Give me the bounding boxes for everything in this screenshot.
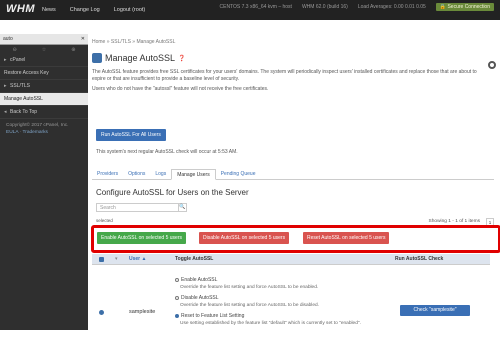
chevron-down-icon[interactable]: ▾ [115,256,118,262]
reset-autossl-button[interactable]: Reset AutoSSL on selected 5 users [303,232,390,244]
sidebar-item-label: Back To Top [10,109,38,115]
sidebar-item-label: cPanel [10,57,26,63]
change-log-link[interactable]: Change Log [70,7,100,13]
sidebar: auto ✕ ⊖ ☆ ⊕ ▸ cPanel Restore Access Key … [0,34,88,330]
page-title: Manage AutoSSL [105,53,176,63]
whm-logo[interactable]: WHM [6,3,35,15]
tab-manage-users[interactable]: Manage Users [171,169,216,180]
enable-autossl-radio[interactable]: Enable AutoSSL [175,277,217,283]
radio-indicator [175,295,179,300]
option-label: Disable AutoSSL [181,295,219,301]
news-link[interactable]: News [42,7,56,13]
enable-autossl-button[interactable]: Enable AutoSSL on selected 5 users [97,232,186,244]
disable-autossl-button[interactable]: Disable AutoSSL on selected 5 users [199,232,290,244]
option-description: Use setting established by the feature l… [180,321,361,326]
sidebar-item-label: SSL/TLS [10,83,31,89]
sidebar-item-label: Manage AutoSSL [4,96,43,102]
gear-icon[interactable] [488,61,496,69]
section-heading: Configure AutoSSL for Users on the Serve… [96,188,249,197]
search-icon[interactable]: 🔍 [179,203,187,212]
selected-info: selected [96,218,113,223]
sidebar-item-ssl-tls[interactable]: ▸ SSL/TLS [0,80,88,93]
sidebar-item-manage-autossl[interactable]: Manage AutoSSL [0,93,88,106]
sidebar-item-restore-access-key[interactable]: Restore Access Key [0,67,88,80]
row-username: samplesite [129,309,156,315]
check-user-button[interactable]: Check "samplesite" [400,305,470,316]
logout-link[interactable]: Logout (root) [114,7,146,13]
disable-autossl-radio[interactable]: Disable AutoSSL [175,295,219,301]
radio-indicator [175,277,179,282]
user-search-input[interactable]: Search [96,203,179,212]
breadcrumb[interactable]: Home » SSL/TLS » Manage AutoSSL [92,39,175,45]
toggle-column-header: Toggle AutoSSL [175,256,214,262]
autossl-icon [92,53,102,63]
secure-connection-badge[interactable]: 🔒 Secure Connection [435,3,494,11]
user-column-header[interactable]: User ▲ [129,256,146,262]
page-title-row: Manage AutoSSL ❓ [92,53,186,63]
tab-bar: Providers Options Logs Manage Users Pend… [92,169,494,180]
collapse-icon[interactable]: ⊖ [13,47,17,53]
table-row: samplesite Enable AutoSSL Override the f… [92,265,490,350]
sidebar-item-label: Restore Access Key [4,70,49,76]
select-all-checkbox[interactable] [99,256,104,262]
sidebar-item-back-to-top[interactable]: ◂ Back To Top [0,106,88,119]
option-label: Reset to Feature List Setting [181,313,245,319]
os-info: CENTOS 7.3 x86_64 kvm – host [219,4,292,10]
load-averages: Load Averages: 0.00 0.01 0.05 [357,4,426,10]
reset-feature-list-radio[interactable]: Reset to Feature List Setting [175,313,244,319]
tab-options[interactable]: Options [123,169,150,179]
autossl-warning: Users who do not have the "autossl" feat… [92,85,269,92]
radio-indicator [175,313,179,318]
option-description: Override the feature list setting and fo… [180,285,319,290]
system-info: CENTOS 7.3 x86_64 kvm – host WHM 62.0 (b… [219,3,494,11]
next-check-info: This system's next regular AutoSSL check… [96,149,238,155]
page-description: The AutoSSL feature provides free SSL ce… [92,69,486,93]
row-checkbox[interactable] [99,310,104,315]
version-info: WHM 62.0 (build 16) [301,4,348,10]
secure-connection-label: Secure Connection [447,4,490,10]
top-bar: WHM News Change Log Logout (root) CENTOS… [0,0,500,20]
help-icon[interactable]: ❓ [178,55,185,62]
sidebar-item-cpanel[interactable]: ▸ cPanel [0,54,88,67]
top-nav: News Change Log Logout (root) [42,7,145,13]
copyright: Copyright© 2017 cPanel, Inc. [6,123,69,128]
table-header: ▾ User ▲ Toggle AutoSSL Run AutoSSL Chec… [92,254,490,265]
tab-pending-queue[interactable]: Pending Queue [216,169,261,179]
sidebar-footer: Copyright© 2017 cPanel, Inc. EULA · Trad… [0,119,88,140]
lock-icon: 🔒 [439,4,447,10]
option-label: Enable AutoSSL [181,277,218,283]
star-icon[interactable]: ☆ [42,47,46,53]
sidebar-icon-row: ⊖ ☆ ⊕ [0,45,88,54]
sidebar-search-value: auto [3,36,13,42]
check-column-header: Run AutoSSL Check [395,256,444,262]
tab-providers[interactable]: Providers [92,169,123,179]
sidebar-search-input[interactable]: auto ✕ [0,34,88,45]
clear-search-icon[interactable]: ✕ [81,36,85,42]
run-autossl-all-button[interactable]: Run AutoSSL For All Users [96,129,166,141]
autossl-description: The AutoSSL feature provides free SSL ce… [92,69,477,83]
showing-count: Showing 1 - 1 of 1 items [428,219,480,224]
option-description: Override the feature list setting and fo… [180,303,320,308]
expand-icon[interactable]: ⊕ [71,47,75,53]
eula-link[interactable]: EULA [6,130,18,135]
tab-logs[interactable]: Logs [150,169,171,179]
trademarks-link[interactable]: Trademarks [22,130,47,135]
main-content: Home » SSL/TLS » Manage AutoSSL Manage A… [88,20,500,330]
